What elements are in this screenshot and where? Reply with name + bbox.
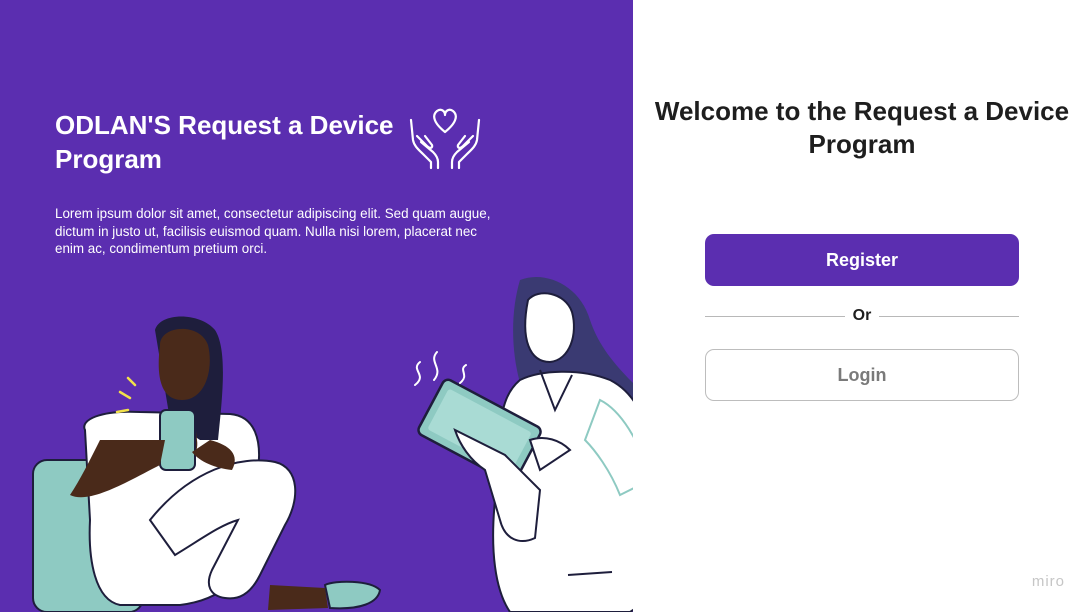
miro-watermark: miro (1031, 573, 1065, 590)
hero-title: ODLAN'S Request a Device Program (55, 110, 394, 174)
divider-label: Or (852, 307, 872, 324)
divider-line-right (879, 315, 1020, 317)
hero-description: Lorem ipsum dolor sit amet, consectetur … (55, 206, 491, 256)
hero-panel: ODLAN'S Request a Device Program Lorem i… (0, 0, 633, 612)
auth-panel: Welcome to the Request a Device Program … (633, 0, 1089, 612)
login-button[interactable]: Login (705, 349, 1019, 401)
or-divider: Or (705, 305, 1020, 327)
welcome-title: Welcome to the Request a Device Program (654, 96, 1070, 159)
divider-line-left (705, 315, 845, 317)
hands-holding-heart-icon (409, 108, 481, 170)
register-button[interactable]: Register (705, 234, 1019, 286)
